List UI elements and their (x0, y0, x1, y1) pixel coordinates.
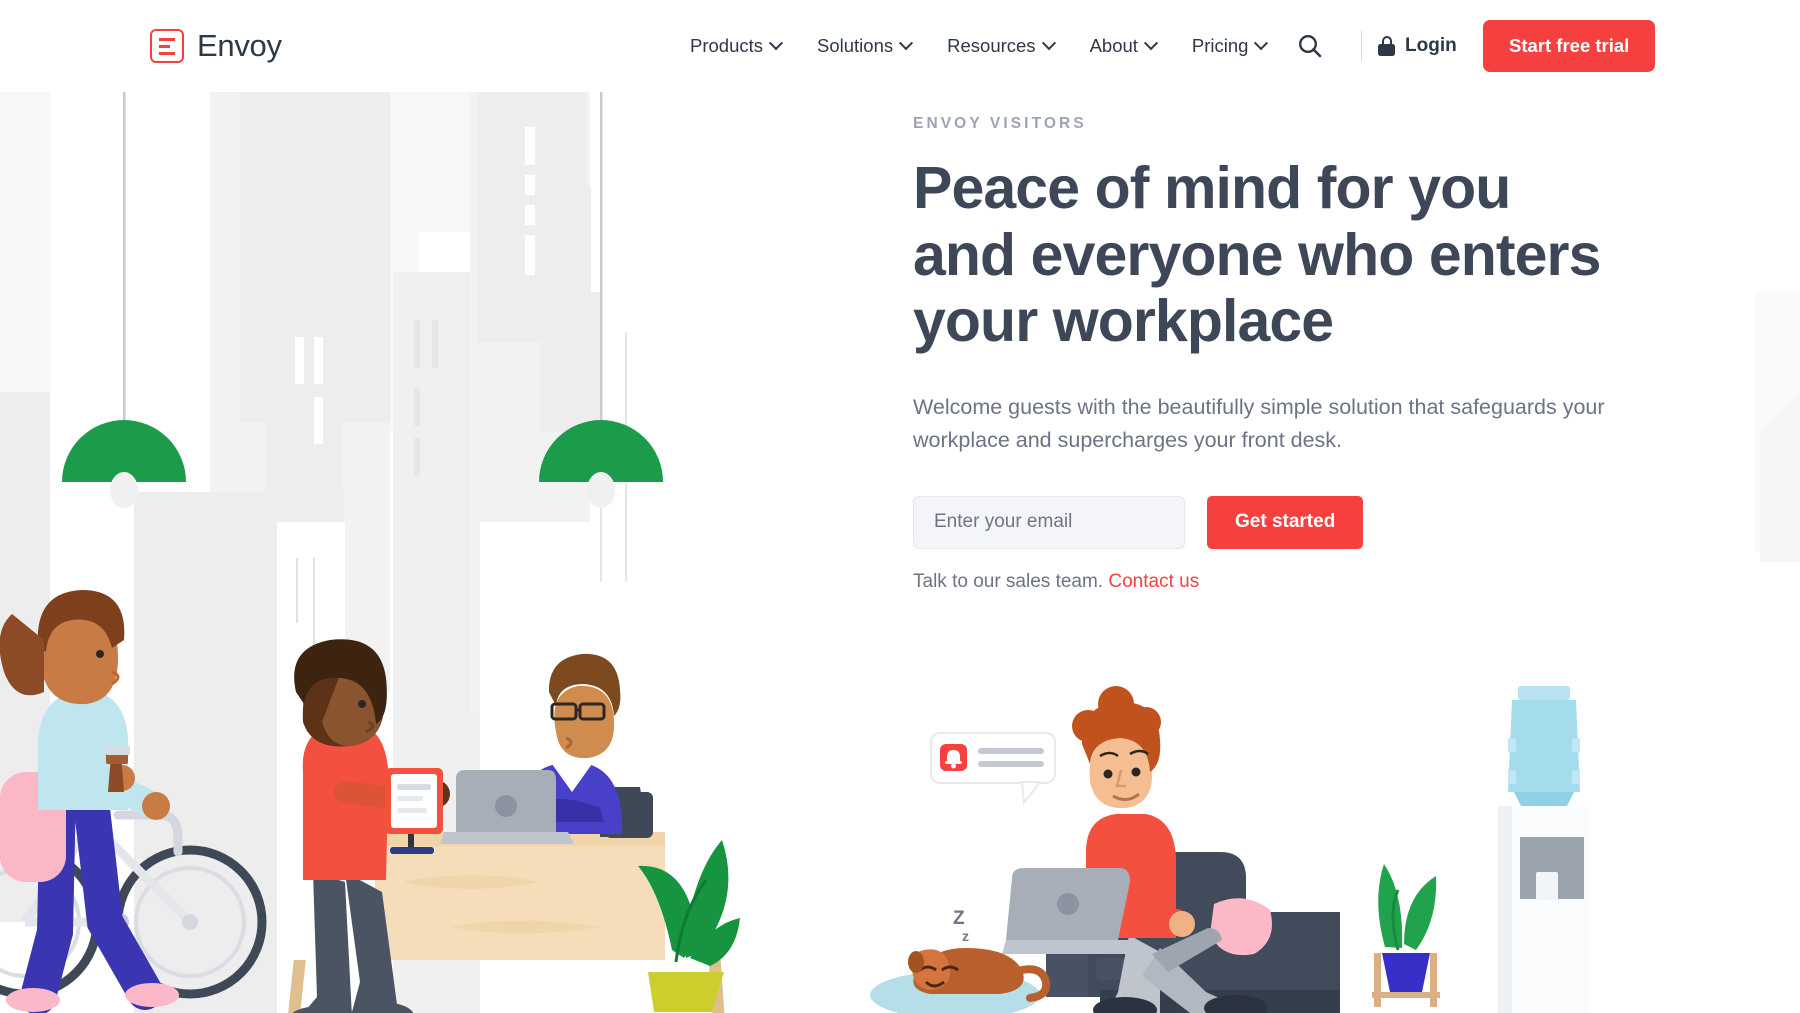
nav-label: Solutions (817, 35, 894, 56)
chevron-down-icon (1143, 36, 1158, 51)
nav-divider (1361, 31, 1362, 61)
nav-item-products[interactable]: Products (690, 35, 784, 57)
page-root: Z z ENVOY VISITORS Peace of mind for you… (0, 0, 1800, 1013)
chevron-down-icon (899, 36, 914, 51)
chevron-down-icon (1254, 36, 1269, 51)
water-cooler (1498, 686, 1590, 1013)
sales-contact-line: Talk to our sales team. Contact us (913, 571, 1653, 593)
envoy-logo[interactable]: Envoy (150, 28, 282, 64)
nav-label: Pricing (1191, 35, 1249, 56)
notification-bubble (930, 732, 1056, 806)
email-field[interactable] (913, 495, 1185, 549)
nav-label: About (1089, 35, 1138, 56)
right-edge-decor (1755, 292, 1800, 562)
search-icon[interactable] (1297, 33, 1323, 59)
email-signup-form: Get started (913, 495, 1653, 549)
nav-item-resources[interactable]: Resources (947, 35, 1056, 57)
contact-us-link[interactable]: Contact us (1108, 571, 1199, 592)
nav-item-about[interactable]: About (1089, 35, 1158, 57)
brand-name: Envoy (197, 28, 282, 63)
login-link[interactable]: Login (1378, 35, 1457, 57)
nav-item-solutions[interactable]: Solutions (817, 35, 914, 57)
search-glyph (1298, 34, 1322, 58)
svg-text:z: z (962, 928, 969, 944)
site-header: Envoy Products Solutions Resources About… (0, 0, 1800, 92)
nav-label: Resources (947, 35, 1036, 56)
start-free-trial-button[interactable]: Start free trial (1483, 20, 1656, 72)
primary-nav: Products Solutions Resources About Prici… (690, 35, 1269, 57)
hero-subtitle: Welcome guests with the beautifully simp… (913, 394, 1605, 453)
nav-item-pricing[interactable]: Pricing (1191, 35, 1269, 57)
svg-text:Z: Z (953, 908, 965, 929)
lock-icon (1378, 36, 1395, 56)
green-pendant-lamp-left (62, 92, 186, 508)
hero-eyebrow: ENVOY VISITORS (913, 115, 1087, 132)
sales-text: Talk to our sales team. (913, 570, 1104, 592)
get-started-button[interactable]: Get started (1207, 495, 1364, 549)
chevron-down-icon (768, 36, 784, 51)
hero-content: ENVOY VISITORS Peace of mind for you and… (913, 115, 1653, 593)
chevron-down-icon (1041, 36, 1056, 51)
login-label: Login (1405, 35, 1457, 56)
potted-plant-blue-pot (1372, 864, 1440, 1007)
page-title: Peace of mind for you and everyone who e… (913, 155, 1601, 355)
receptionist-laptop (440, 770, 574, 844)
envoy-e-logo-icon (150, 29, 184, 63)
nav-label: Products (690, 35, 764, 56)
